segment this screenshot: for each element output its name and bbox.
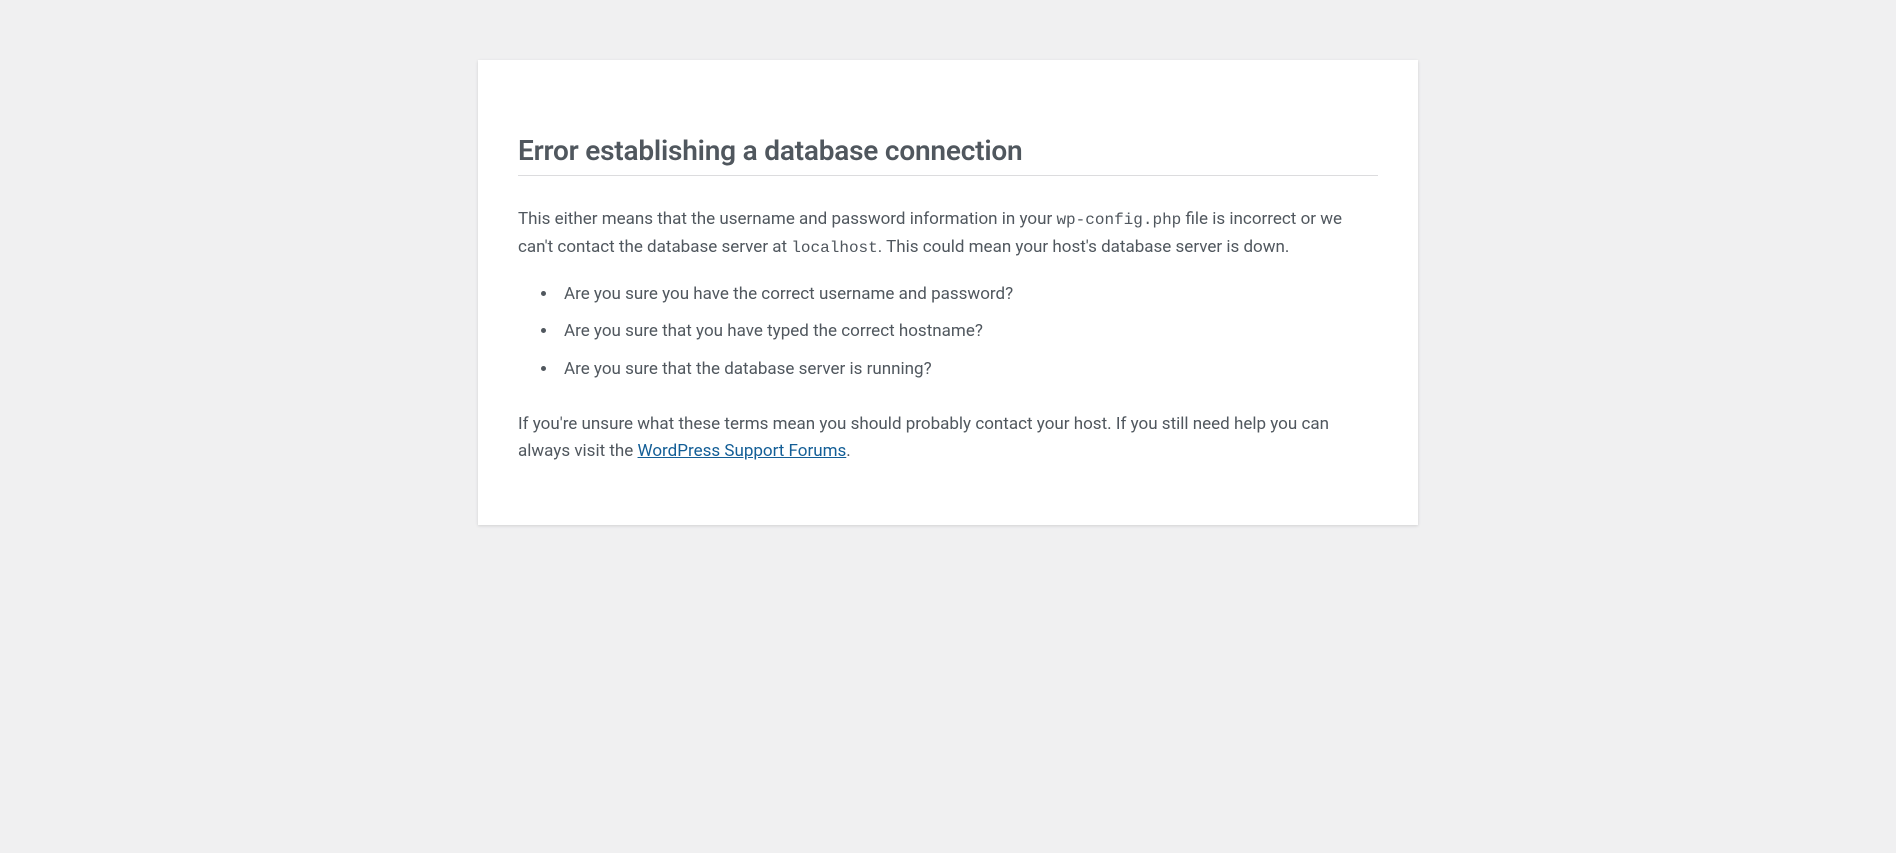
help-paragraph: If you're unsure what these terms mean y… [518, 411, 1378, 465]
intro-text-1: This either means that the username and … [518, 209, 1056, 229]
error-heading: Error establishing a database connection [518, 82, 1378, 176]
checklist-item: Are you sure that you have typed the cor… [558, 318, 1378, 345]
config-file-code: wp-config.php [1056, 211, 1181, 229]
error-intro: This either means that the username and … [518, 206, 1378, 261]
checklist-item: Are you sure you have the correct userna… [558, 281, 1378, 308]
support-forums-link[interactable]: WordPress Support Forums [638, 441, 847, 461]
error-checklist: Are you sure you have the correct userna… [558, 281, 1378, 383]
intro-text-3: . This could mean your host's database s… [878, 237, 1290, 257]
checklist-item: Are you sure that the database server is… [558, 356, 1378, 383]
error-page-container: Error establishing a database connection… [478, 60, 1418, 525]
help-text-2: . [846, 441, 850, 461]
hostname-code: localhost [791, 239, 877, 257]
